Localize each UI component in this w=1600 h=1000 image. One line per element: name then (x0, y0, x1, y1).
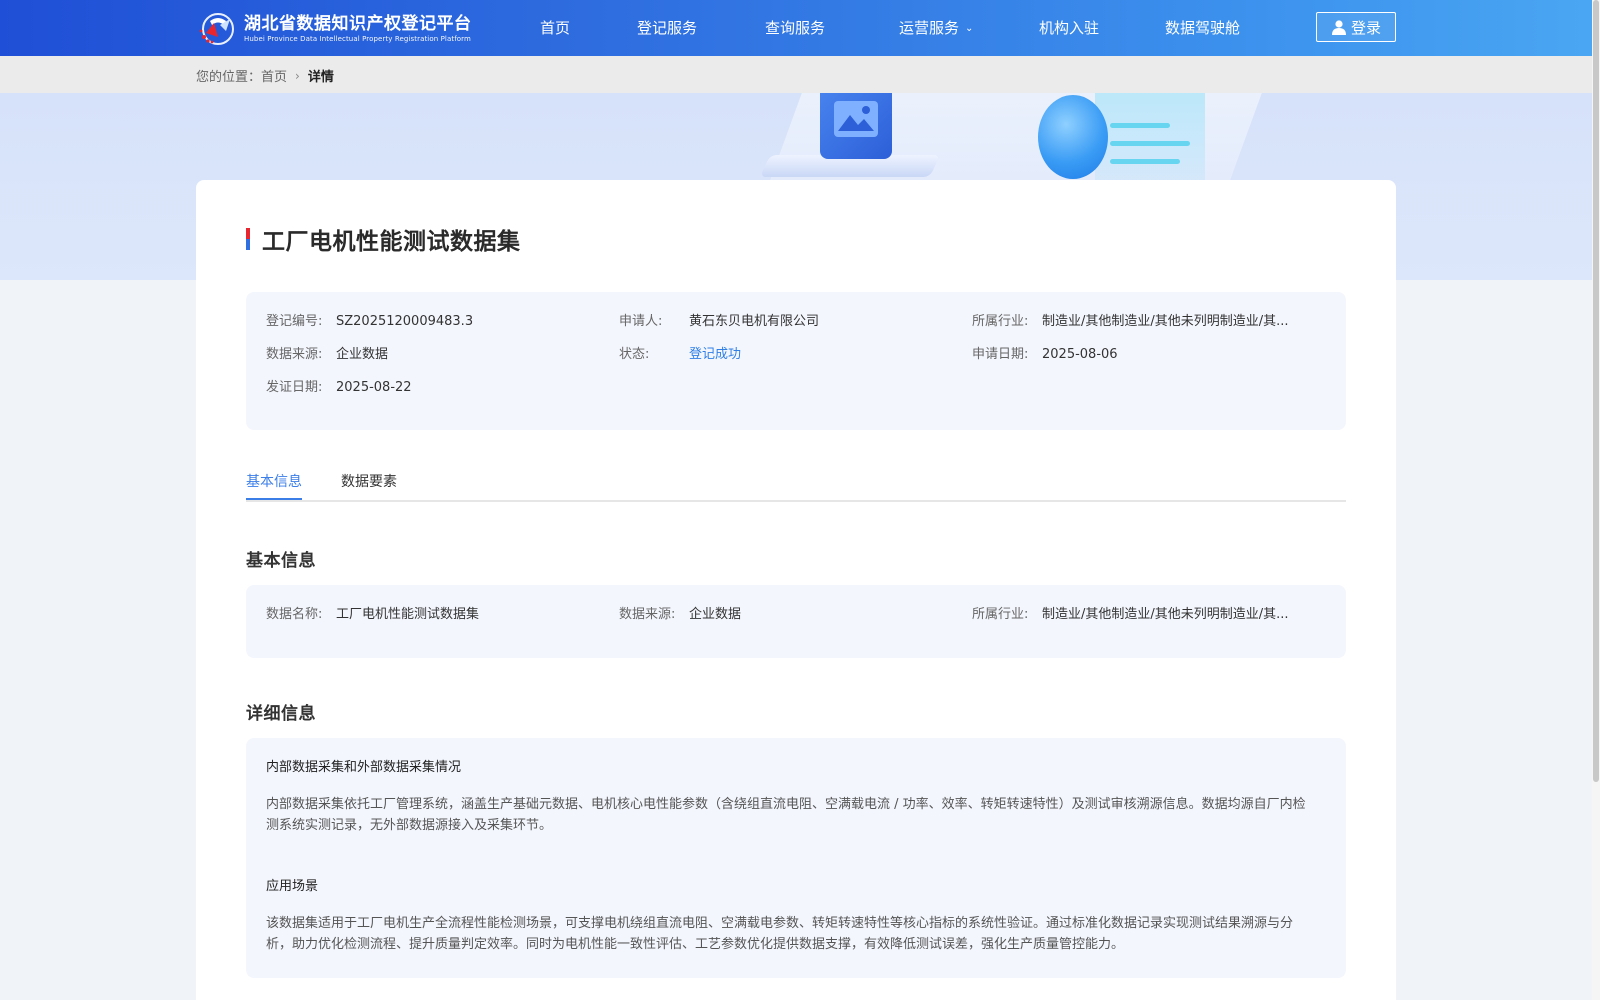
reg-no-value: SZ2025120009483.3 (336, 314, 474, 329)
nav-query-service[interactable]: 查询服务 (765, 17, 825, 39)
banner-line-decoration (1110, 123, 1170, 128)
nav-institution-entry[interactable]: 机构入驻 (1039, 17, 1099, 39)
nav-data-cockpit[interactable]: 数据驾驶舱 (1165, 17, 1240, 39)
basic-source-field: 数据来源: 企业数据 (619, 605, 741, 625)
summary-panel: 登记编号: SZ2025120009483.3 申请人: 黄石东贝电机有限公司 … (246, 292, 1346, 430)
nav-operation-service[interactable]: 运营服务 ⌄ (899, 17, 973, 42)
cert-date-field: 发证日期: 2025-08-22 (266, 378, 412, 398)
data-name-field: 数据名称: 工厂电机性能测试数据集 (266, 605, 479, 625)
basic-industry-field: 所属行业: 制造业/其他制造业/其他未列明制造业/其... (972, 605, 1289, 625)
status-badge: 登记成功 (689, 347, 742, 362)
apply-date-field: 申请日期: 2025-08-06 (972, 345, 1118, 365)
data-name-label: 数据名称: (266, 607, 323, 622)
breadcrumb-home[interactable]: 首页 (261, 66, 287, 85)
detail-item-heading: 内部数据采集和外部数据采集情况 (266, 760, 462, 775)
tab-data-elements[interactable]: 数据要素 (341, 472, 397, 492)
basic-info-panel: 数据名称: 工厂电机性能测试数据集 数据来源: 企业数据 所属行业: 制造业/其… (246, 585, 1346, 658)
reg-no-field: 登记编号: SZ2025120009483.3 (266, 312, 473, 332)
apply-date-value: 2025-08-06 (1042, 347, 1118, 362)
detail-item-text: 该数据集适用于工厂电机生产全流程性能检测场景，可支撑电机绕组直流电阻、空满载电参… (266, 916, 1294, 952)
breadcrumb: 您的位置： 首页 › 详情 (196, 66, 334, 86)
basic-source-label: 数据来源: (619, 607, 676, 622)
detail-item-heading: 应用场景 (266, 879, 319, 894)
basic-section-title: 基本信息 (246, 551, 316, 571)
logo-subtitle: Hubei Province Data Intellectual Propert… (244, 35, 471, 43)
scrollbar-thumb[interactable] (1593, 0, 1599, 782)
source-value: 企业数据 (336, 347, 389, 362)
applicant-value: 黄石东贝电机有限公司 (689, 314, 820, 329)
nav-home[interactable]: 首页 (540, 17, 570, 39)
banner-line-decoration (1110, 141, 1190, 146)
banner-line-decoration (1110, 159, 1180, 164)
title-row: 工厂电机性能测试数据集 (246, 222, 521, 256)
detail-info-panel: 内部数据采集和外部数据采集情况 内部数据采集依托工厂管理系统，涵盖生产基础元数据… (246, 738, 1346, 978)
nav-registration-service[interactable]: 登记服务 (637, 17, 697, 39)
detail-item-text: 内部数据采集依托工厂管理系统，涵盖生产基础元数据、电机核心电性能参数（含绕组直流… (266, 797, 1306, 833)
detail-section-title: 详细信息 (246, 704, 316, 724)
basic-industry-label: 所属行业: (972, 607, 1029, 622)
breadcrumb-prefix: 您的位置： (196, 70, 262, 85)
logo-title: 湖北省数据知识产权登记平台 (244, 14, 472, 34)
login-label: 登录 (1350, 18, 1381, 37)
applicant-field: 申请人: 黄石东贝电机有限公司 (619, 312, 819, 332)
image-tile-icon (820, 93, 892, 159)
industry-field: 所属行业: 制造业/其他制造业/其他未列明制造业/其... (972, 312, 1289, 332)
industry-value: 制造业/其他制造业/其他未列明制造业/其... (1042, 314, 1289, 329)
active-tab-indicator (246, 498, 302, 500)
top-header: 湖北省数据知识产权登记平台 Hubei Province Data Intell… (0, 0, 1592, 56)
breadcrumb-current: 详情 (307, 70, 334, 85)
status-field: 状态: 登记成功 (619, 345, 741, 365)
breadcrumb-bar: 您的位置： 首页 › 详情 (0, 56, 1592, 93)
page-title: 工厂电机性能测试数据集 (262, 229, 521, 255)
source-field: 数据来源: 企业数据 (266, 345, 388, 365)
reg-no-label: 登记编号: (266, 314, 323, 329)
detail-tabs: 基本信息 数据要素 (246, 466, 1346, 502)
chevron-down-icon: ⌄ (965, 23, 974, 34)
cert-date-value: 2025-08-22 (336, 380, 412, 395)
login-button[interactable]: 登录 (1316, 12, 1396, 42)
cert-date-label: 发证日期: (266, 380, 323, 395)
apply-date-label: 申请日期: (972, 347, 1029, 362)
title-marker-icon (246, 228, 250, 250)
chevron-right-icon: › (295, 68, 300, 83)
basic-source-value: 企业数据 (689, 607, 742, 622)
logo-emblem-icon (196, 11, 240, 47)
detail-card: 工厂电机性能测试数据集 登记编号: SZ2025120009483.3 申请人:… (196, 180, 1396, 1000)
status-label: 状态: (619, 347, 650, 362)
industry-label: 所属行业: (972, 314, 1029, 329)
applicant-label: 申请人: (619, 314, 663, 329)
tab-basic-info[interactable]: 基本信息 (246, 472, 302, 492)
basic-industry-value: 制造业/其他制造业/其他未列明制造业/其... (1042, 607, 1289, 622)
source-label: 数据来源: (266, 347, 323, 362)
site-logo[interactable]: 湖北省数据知识产权登记平台 Hubei Province Data Intell… (196, 10, 472, 48)
data-name-value: 工厂电机性能测试数据集 (336, 607, 480, 622)
banner-orb-decoration (1038, 95, 1108, 179)
user-icon (1331, 20, 1346, 35)
